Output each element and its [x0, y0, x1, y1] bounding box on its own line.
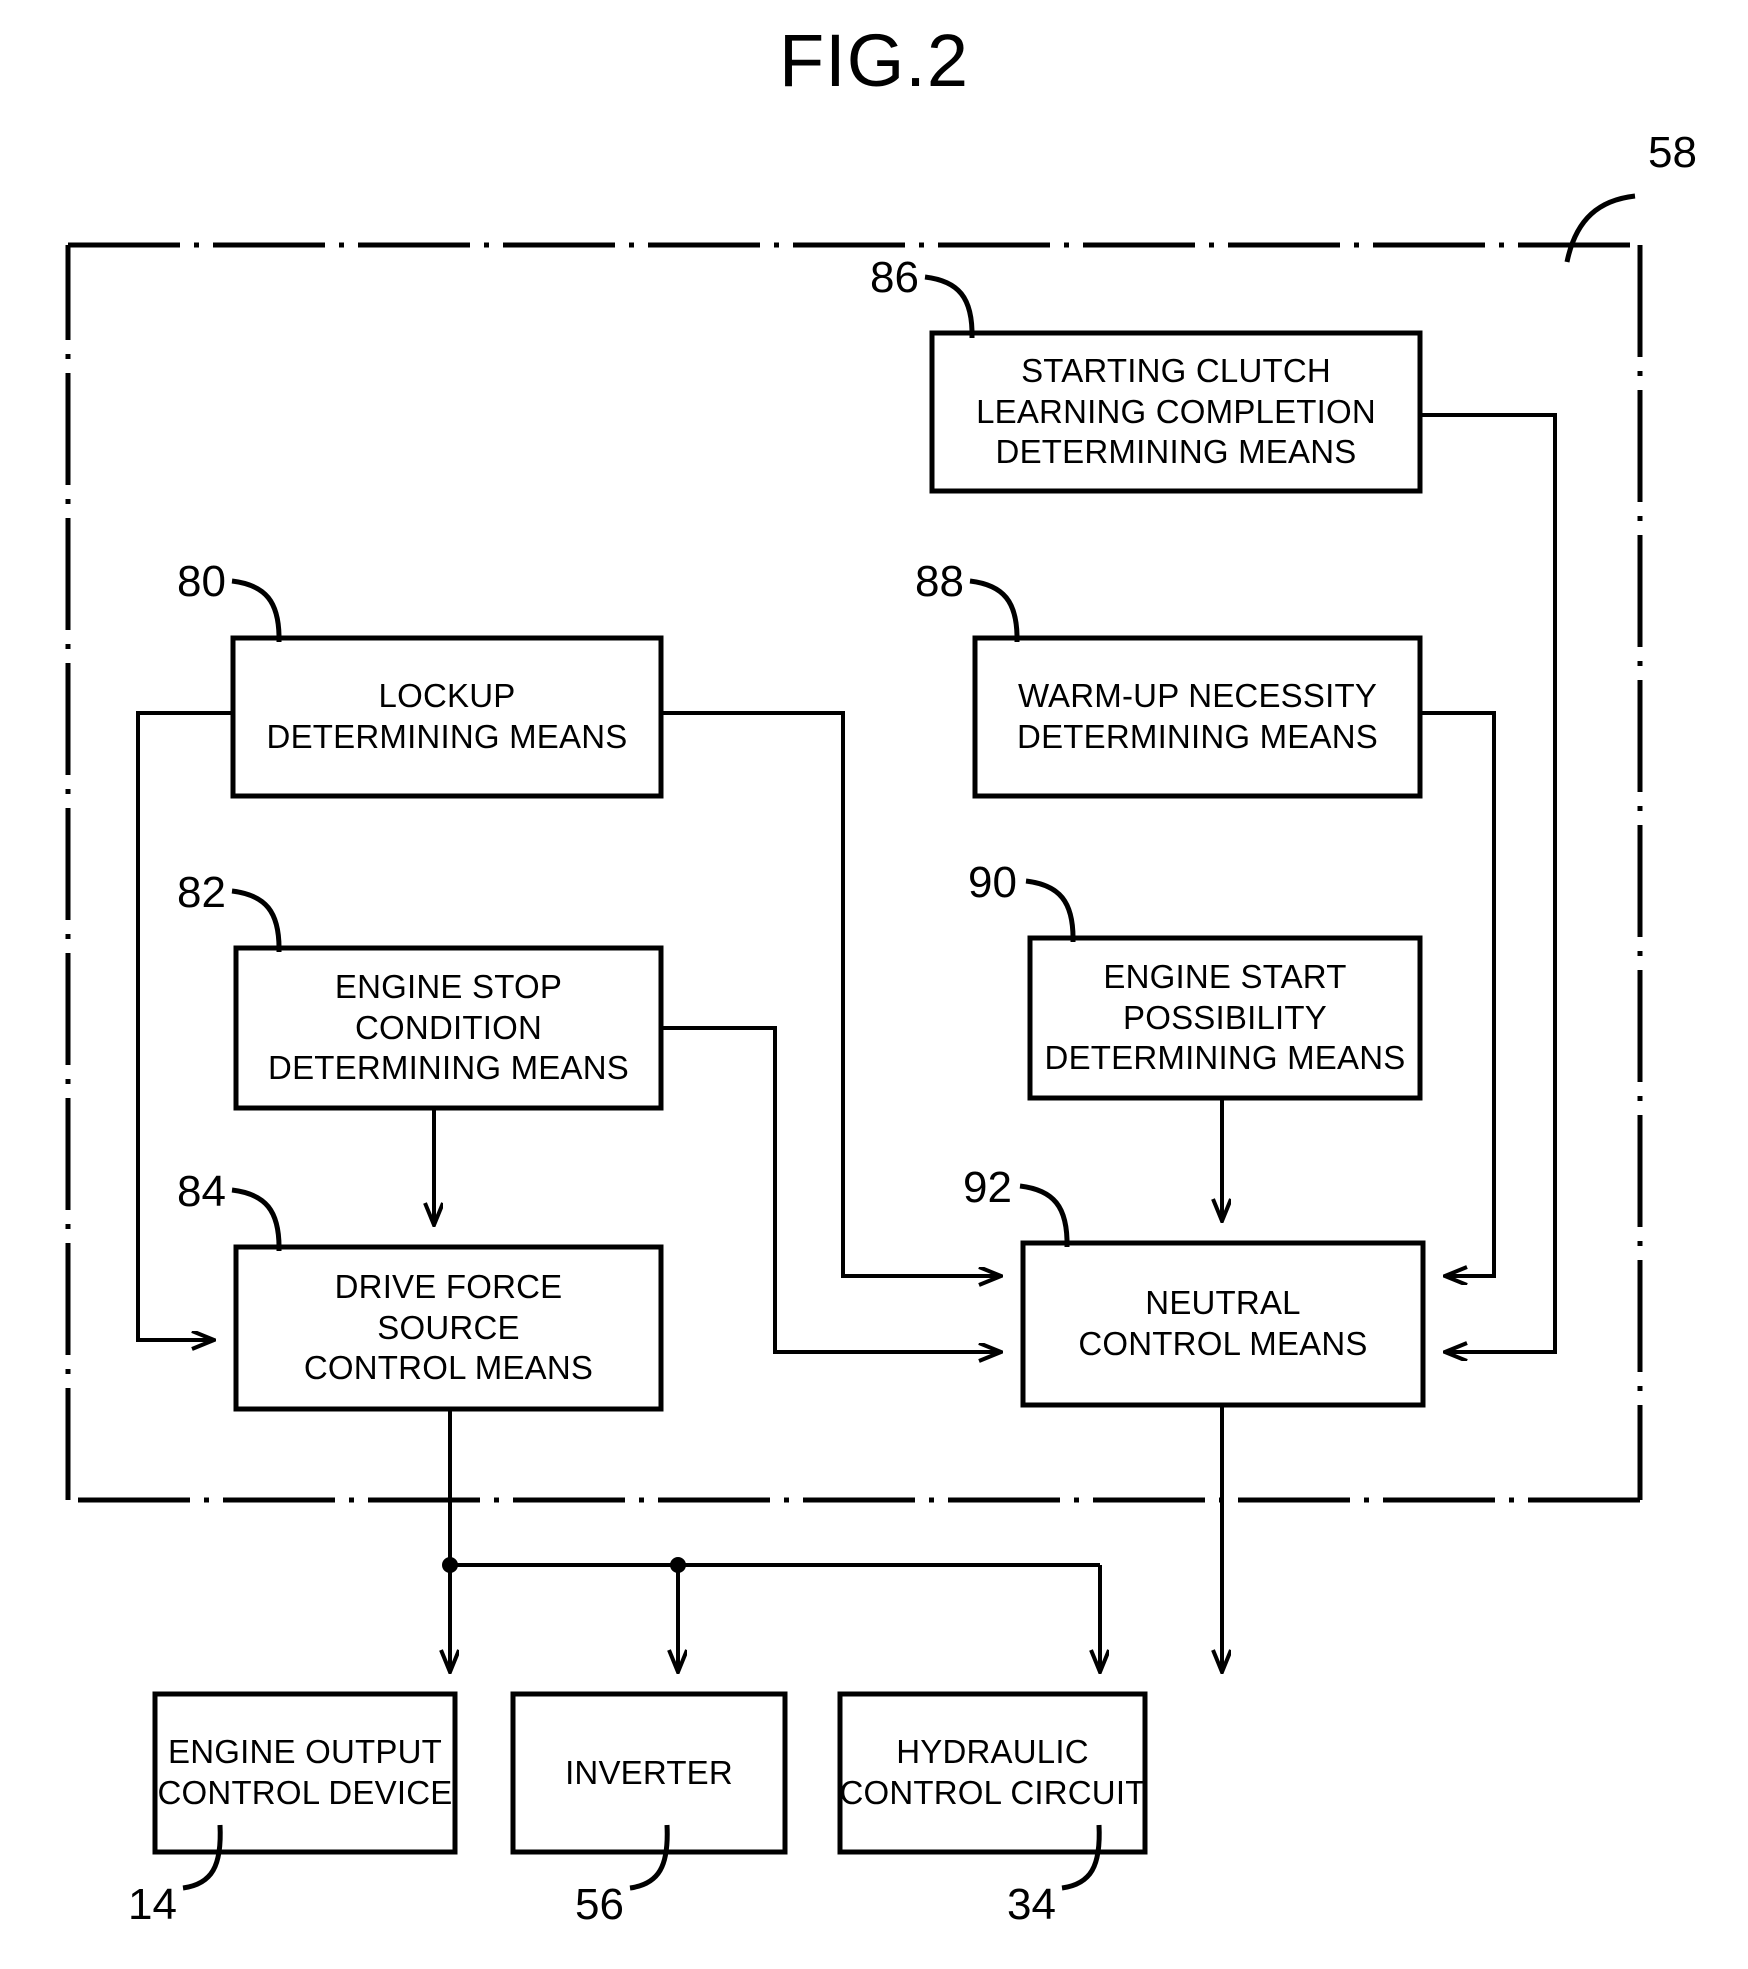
block-rect-80	[230, 635, 664, 799]
block-rect-82	[233, 945, 664, 1111]
link-starting-clutch-to-neutral	[1420, 413, 1557, 1352]
link-warmup-to-neutral	[1420, 711, 1496, 1276]
link-lockup-to-drive-force	[136, 711, 233, 1340]
ref-number-82: 82	[177, 868, 226, 917]
ref-number-88: 88	[915, 557, 964, 606]
ref-number-34: 34	[1007, 1880, 1056, 1929]
figure-canvas: FIG.2 STARTING CLUTCH LEARNING COMPLETIO…	[0, 0, 1748, 1969]
control-unit-boundary	[65, 193, 1643, 1503]
link-lockup-to-neutral	[661, 711, 1000, 1276]
ref-number-90: 90	[968, 858, 1017, 907]
link-drive-force-bus	[450, 1409, 1100, 1671]
block-rect-92	[1020, 1240, 1426, 1408]
block-outlines	[152, 330, 1426, 1855]
block-rect-14	[152, 1691, 458, 1855]
ref-number-84: 84	[177, 1167, 226, 1216]
ref-number-92: 92	[963, 1163, 1012, 1212]
block-rect-84	[233, 1244, 664, 1412]
ref-number-14: 14	[128, 1880, 177, 1929]
ref-number-86: 86	[870, 253, 919, 302]
block-rect-86	[929, 330, 1423, 494]
link-engine-stop-to-neutral	[661, 1026, 1000, 1352]
block-rect-56	[510, 1691, 788, 1855]
ref-number-56: 56	[575, 1880, 624, 1929]
block-rect-88	[972, 635, 1423, 799]
ref-number-58: 58	[1648, 128, 1697, 177]
block-rect-90	[1027, 935, 1423, 1101]
reference-leaders	[182, 274, 1102, 1891]
ref-number-80: 80	[177, 557, 226, 606]
